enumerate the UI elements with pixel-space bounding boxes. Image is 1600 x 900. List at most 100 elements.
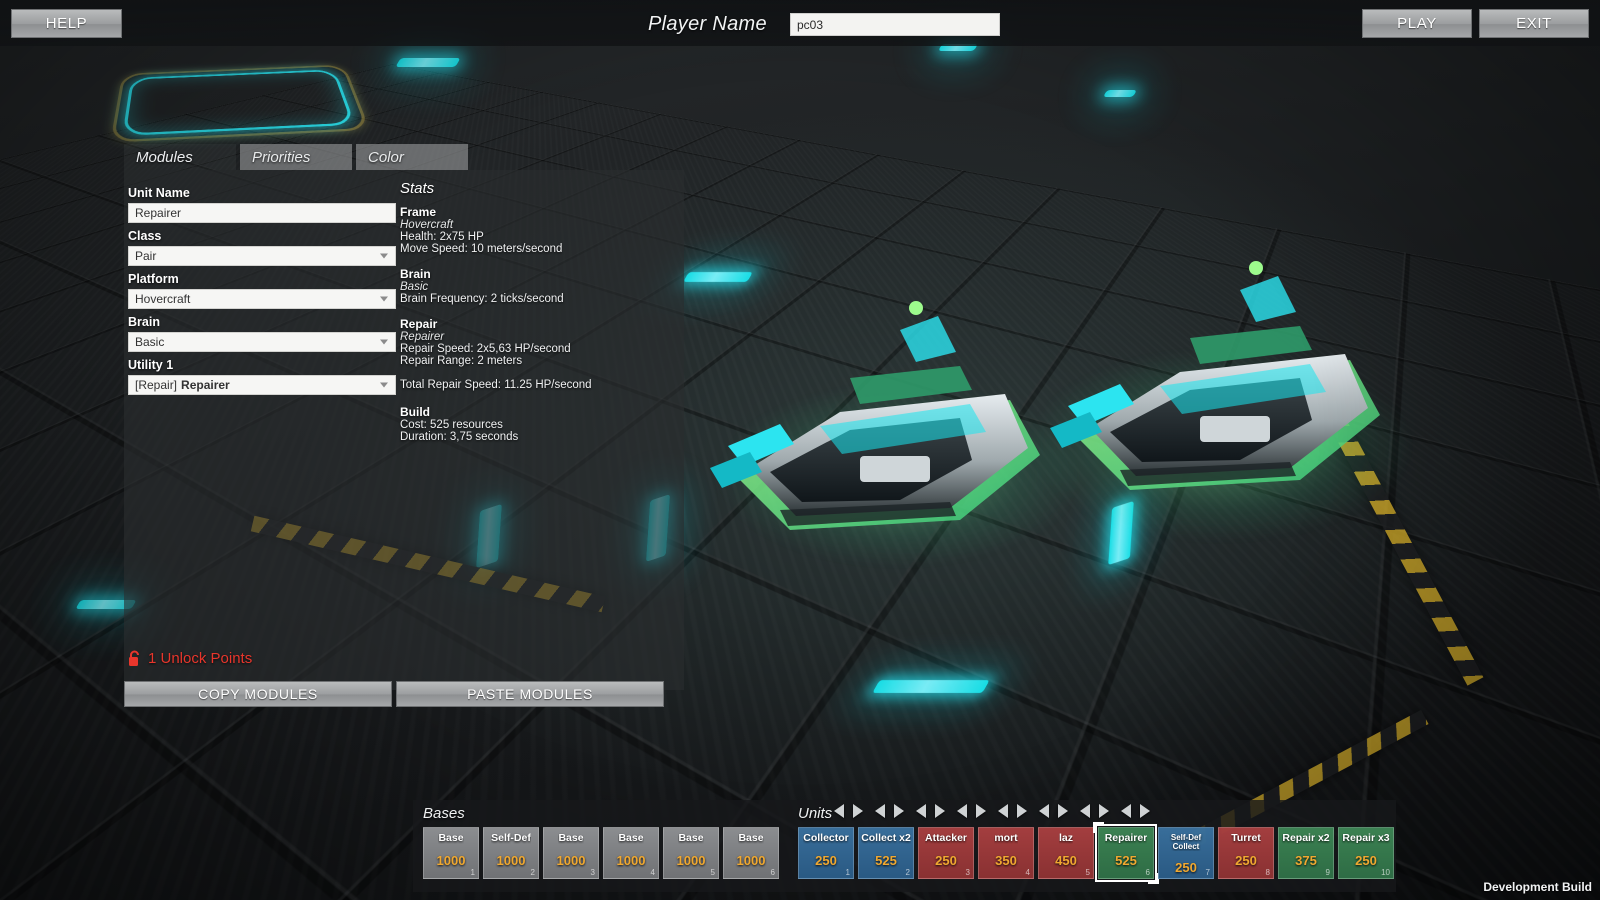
move-left-arrow-icon[interactable] <box>1039 804 1049 818</box>
stats-title: Stats <box>400 180 670 197</box>
move-right-arrow-icon[interactable] <box>1017 804 1027 818</box>
bases-card-list: Base10001Self-Def10002Base10003Base10004… <box>423 827 779 879</box>
bases-card-name: Base <box>438 833 463 844</box>
bases-card[interactable]: Base10006 <box>723 827 779 879</box>
unlock-points-text: 1 Unlock Points <box>148 650 252 667</box>
stats-group-build: Build Cost: 525 resources Duration: 3,75… <box>400 405 670 443</box>
units-card[interactable]: mort3504 <box>978 827 1034 879</box>
platform-select[interactable]: Hovercraft <box>128 289 396 309</box>
unlock-points-row: 1 Unlock Points <box>128 650 252 667</box>
units-card-index: 10 <box>1381 868 1390 877</box>
paste-modules-button[interactable]: PASTE MODULES <box>396 681 664 707</box>
units-card[interactable]: Repair x23759 <box>1278 827 1334 879</box>
units-card-cost: 350 <box>995 853 1017 868</box>
move-left-arrow-icon[interactable] <box>916 804 926 818</box>
units-card[interactable]: Turret2508 <box>1218 827 1274 879</box>
stats-group-frame: Frame Hovercraft Health: 2x75 HP Move Sp… <box>400 205 670 255</box>
move-right-arrow-icon[interactable] <box>1099 804 1109 818</box>
panel-tabs: Modules Priorities Color <box>124 144 594 170</box>
units-card[interactable]: Attacker2503 <box>918 827 974 879</box>
move-right-arrow-icon[interactable] <box>976 804 986 818</box>
move-left-arrow-icon[interactable] <box>1080 804 1090 818</box>
chevron-down-icon <box>380 383 388 388</box>
stats-frame-line-1: Health: 2x75 HP <box>400 231 670 243</box>
brain-value: Basic <box>135 335 164 349</box>
units-card-name: Repair x3 <box>1342 833 1389 844</box>
bases-card-index: 2 <box>531 868 535 877</box>
bases-card-name: Self-Def <box>491 833 531 844</box>
stats-repair-subtitle: Repairer <box>400 331 670 343</box>
move-left-arrow-icon[interactable] <box>1121 804 1131 818</box>
units-card-cost: 450 <box>1055 853 1077 868</box>
units-card[interactable]: Collect x25252 <box>858 827 914 879</box>
units-card-cost: 250 <box>1355 853 1377 868</box>
class-select[interactable]: Pair <box>128 246 396 266</box>
game-screen: HELP PLAY EXIT Player Name Modules Prior… <box>0 0 1600 900</box>
move-right-arrow-icon[interactable] <box>1140 804 1150 818</box>
stats-brain-subtitle: Basic <box>400 281 670 293</box>
units-card[interactable]: Repair x3 250 10 <box>1338 827 1394 879</box>
exit-button[interactable]: EXIT <box>1479 9 1589 38</box>
bases-card[interactable]: Base10005 <box>663 827 719 879</box>
unit-name-value: Repairer <box>135 206 181 220</box>
stats-build-duration: Duration: 3,75 seconds <box>400 431 670 443</box>
unit-name-label: Unit Name <box>128 186 396 200</box>
units-card[interactable]: Repairer5256 <box>1098 827 1154 879</box>
bases-card-name: Base <box>558 833 583 844</box>
bases-card-index: 5 <box>711 868 715 877</box>
units-card-index: 5 <box>1086 868 1090 877</box>
bases-card-index: 1 <box>471 868 475 877</box>
unlock-icon <box>128 650 142 667</box>
tab-priorities[interactable]: Priorities <box>240 144 352 170</box>
modules-form: Unit Name Repairer Class Pair Platform H… <box>128 180 396 395</box>
unit-name-input[interactable]: Repairer <box>128 203 396 223</box>
tab-modules[interactable]: Modules <box>124 144 236 170</box>
development-build-watermark: Development Build <box>1483 880 1592 894</box>
units-card-name: Self-Def Collect <box>1159 833 1213 851</box>
move-right-arrow-icon[interactable] <box>894 804 904 818</box>
units-card-index: 4 <box>1026 868 1030 877</box>
bases-card[interactable]: Base10003 <box>543 827 599 879</box>
stats-brain-heading: Brain <box>400 267 670 281</box>
bases-card[interactable]: Self-Def10002 <box>483 827 539 879</box>
utility-1-value: Repairer <box>181 378 230 392</box>
copy-modules-button[interactable]: COPY MODULES <box>124 681 392 707</box>
stats-frame-line-2: Move Speed: 10 meters/second <box>400 243 670 255</box>
units-card-cost: 250 <box>935 853 957 868</box>
tab-color[interactable]: Color <box>356 144 468 170</box>
stats-brain-line-1: Brain Frequency: 2 ticks/second <box>400 293 670 305</box>
move-left-arrow-icon[interactable] <box>875 804 885 818</box>
units-bar: Units Collector2501Collect x25252Attacke… <box>788 800 1396 892</box>
units-card-cost: 525 <box>1115 853 1137 868</box>
move-right-arrow-icon[interactable] <box>1058 804 1068 818</box>
units-card-name: Attacker <box>925 833 967 844</box>
move-left-arrow-icon[interactable] <box>834 804 844 818</box>
play-button[interactable]: PLAY <box>1362 9 1472 38</box>
bases-title: Bases <box>423 805 465 822</box>
units-card-cost: 250 <box>1175 860 1197 875</box>
brain-select[interactable]: Basic <box>128 332 396 352</box>
stats-group-brain: Brain Basic Brain Frequency: 2 ticks/sec… <box>400 267 670 305</box>
utility-1-select[interactable]: [Repair] Repairer <box>128 375 396 395</box>
stats-repair-line-1: Repair Speed: 2x5,63 HP/second <box>400 343 670 355</box>
units-card-name: Turret <box>1231 833 1261 844</box>
bases-card[interactable]: Base10004 <box>603 827 659 879</box>
units-card-list: Collector2501Collect x25252Attacker2503m… <box>798 827 1394 879</box>
player-name-input[interactable] <box>790 13 1000 36</box>
class-label: Class <box>128 229 396 243</box>
move-left-arrow-icon[interactable] <box>998 804 1008 818</box>
help-button[interactable]: HELP <box>11 9 122 38</box>
units-card[interactable]: laz4505 <box>1038 827 1094 879</box>
stats-panel: Stats Frame Hovercraft Health: 2x75 HP M… <box>400 180 670 455</box>
move-left-arrow-icon[interactable] <box>957 804 967 818</box>
move-right-arrow-icon[interactable] <box>935 804 945 818</box>
units-card[interactable]: Collector2501 <box>798 827 854 879</box>
bases-card[interactable]: Base10001 <box>423 827 479 879</box>
class-value: Pair <box>135 249 156 263</box>
units-card-cost: 375 <box>1295 853 1317 868</box>
units-card[interactable]: Self-Def Collect2507 <box>1158 827 1214 879</box>
units-card-cost: 250 <box>1235 853 1257 868</box>
stats-build-heading: Build <box>400 405 670 419</box>
bases-card-index: 6 <box>771 868 775 877</box>
move-right-arrow-icon[interactable] <box>853 804 863 818</box>
